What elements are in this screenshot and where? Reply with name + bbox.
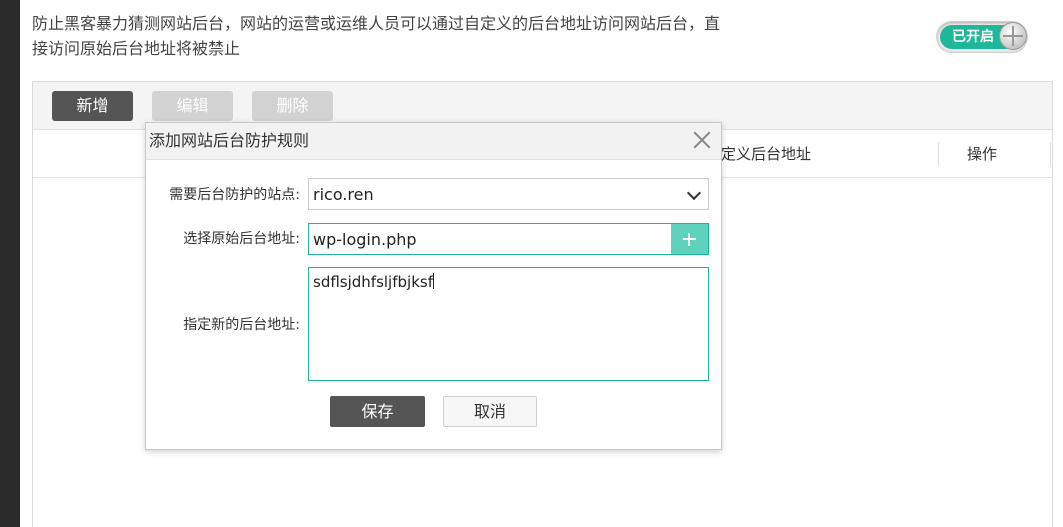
toggle-knob-icon[interactable] (999, 22, 1027, 50)
text-caret (432, 273, 434, 289)
column-divider (938, 142, 939, 166)
close-icon[interactable] (691, 129, 713, 151)
original-address-value: wp-login.php (313, 230, 417, 249)
dialog-header: 添加网站后台防护规则 (146, 123, 721, 160)
left-sidebar-edge (0, 0, 20, 527)
protection-toggle[interactable]: 已开启 (936, 21, 1028, 53)
add-button[interactable]: 新增 (52, 91, 133, 121)
new-address-textarea[interactable]: sdflsjdhfsljfbjksf (308, 267, 709, 381)
column-divider (1050, 142, 1051, 166)
new-address-label: 指定新的后台地址: (183, 317, 300, 333)
edit-button[interactable]: 编辑 (152, 91, 233, 121)
delete-button[interactable]: 删除 (252, 91, 333, 121)
column-header-operations: 操作 (967, 145, 998, 163)
site-label: 需要后台防护的站点: (169, 187, 300, 203)
chevron-down-icon (686, 185, 702, 201)
feature-description: 防止黑客暴力猜测网站后台，网站的运营或运维人员可以通过自定义的后台地址访问网站后… (32, 14, 721, 58)
add-rule-dialog: 添加网站后台防护规则 需要后台防护的站点: rico.ren 选择原始后台地址:… (145, 122, 722, 450)
toggle-label: 已开启 (952, 29, 994, 45)
new-address-text: sdflsjdhfsljfbjksf (313, 273, 433, 291)
save-button[interactable]: 保存 (330, 396, 425, 427)
original-address-input[interactable]: wp-login.php (308, 223, 709, 255)
column-header-custom-address: 定义后台地址 (721, 145, 812, 163)
dialog-title: 添加网站后台防护规则 (149, 131, 310, 150)
cancel-button[interactable]: 取消 (443, 396, 537, 427)
site-select-value: rico.ren (313, 185, 374, 204)
plus-icon[interactable] (671, 224, 708, 254)
original-address-label: 选择原始后台地址: (183, 231, 300, 247)
new-address-value: sdflsjdhfsljfbjksf (313, 272, 434, 292)
site-select[interactable]: rico.ren (308, 178, 709, 210)
